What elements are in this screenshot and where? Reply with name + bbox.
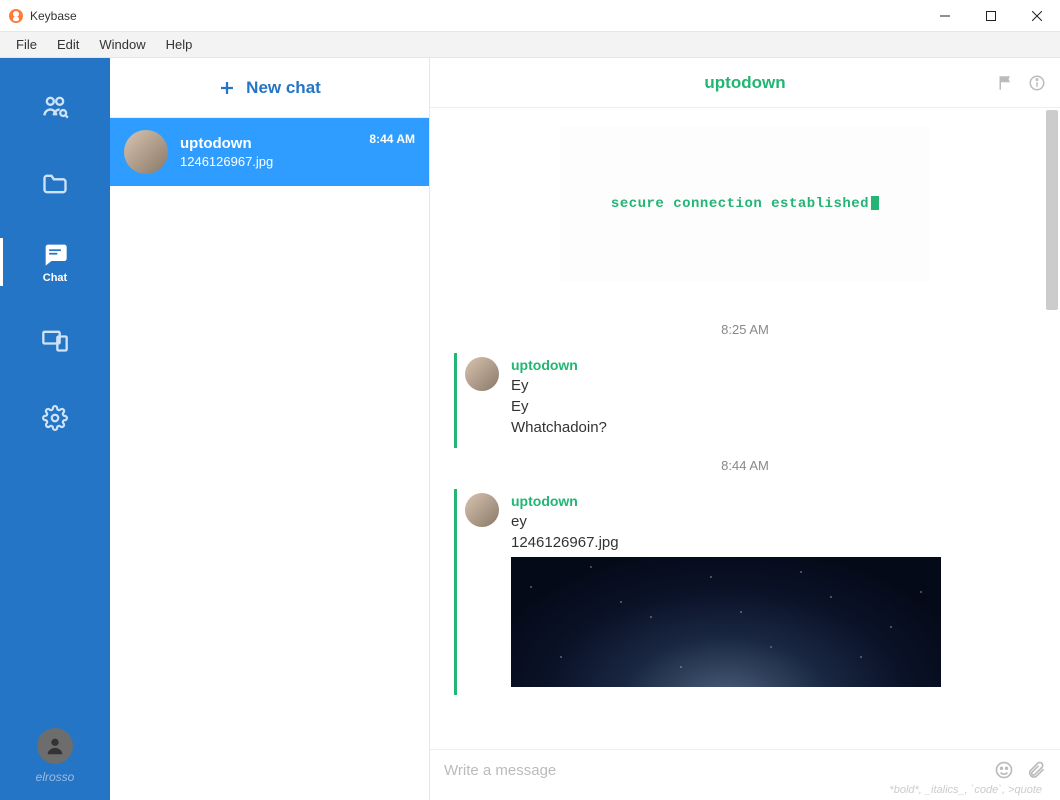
sidebar-rail: Chat elrosso: [0, 58, 110, 800]
secure-text: secure connection established: [611, 196, 869, 212]
message-line: Ey: [511, 377, 1036, 394]
menu-help[interactable]: Help: [156, 34, 203, 55]
emoji-icon[interactable]: [994, 760, 1014, 780]
conversation-preview: 1246126967.jpg: [180, 154, 357, 169]
chat-body[interactable]: secure connection established 8:25 AM up…: [430, 108, 1060, 749]
conversation-text: uptodown 1246126967.jpg: [180, 135, 357, 169]
conversation-item[interactable]: uptodown 1246126967.jpg 8:44 AM: [110, 118, 429, 186]
user-avatar-icon: [37, 728, 73, 764]
conversation-time: 8:44 AM: [369, 132, 415, 146]
conversation-name: uptodown: [180, 135, 357, 152]
minimize-button[interactable]: [922, 0, 968, 32]
message-group: uptodown ey 1246126967.jpg: [454, 489, 1036, 695]
titlebar: Keybase: [0, 0, 1060, 32]
message-input[interactable]: [444, 762, 982, 779]
close-button[interactable]: [1014, 0, 1060, 32]
message-image-attachment[interactable]: [511, 557, 941, 687]
window-title: Keybase: [30, 9, 77, 23]
scrollbar[interactable]: [1046, 110, 1058, 720]
menubar: File Edit Window Help: [0, 32, 1060, 58]
plus-icon: [218, 79, 236, 97]
app-icon: [8, 8, 24, 24]
rail-folder[interactable]: [31, 160, 79, 208]
message-line: Ey: [511, 398, 1036, 415]
new-chat-label: New chat: [246, 78, 321, 98]
flag-icon[interactable]: [998, 74, 1016, 92]
timestamp-divider: 8:44 AM: [454, 458, 1036, 473]
scrollbar-thumb[interactable]: [1046, 110, 1058, 310]
attach-icon[interactable]: [1026, 760, 1046, 780]
rail-devices[interactable]: [31, 316, 79, 364]
window-controls: [922, 0, 1060, 32]
menu-file[interactable]: File: [6, 34, 47, 55]
conversation-list: New chat uptodown 1246126967.jpg 8:44 AM: [110, 58, 430, 800]
chat-title: uptodown: [704, 73, 785, 93]
main: Chat elrosso New chat: [0, 58, 1060, 800]
new-chat-button[interactable]: New chat: [110, 58, 429, 118]
message-group: uptodown Ey Ey Whatchadoin?: [454, 353, 1036, 448]
rail-username: elrosso: [36, 770, 75, 784]
message-line: Whatchadoin?: [511, 419, 1036, 436]
chat-header: uptodown: [430, 58, 1060, 108]
composer-hint: *bold*, _italics_, `code`, >quote: [444, 784, 1046, 796]
secure-banner: secure connection established: [560, 126, 930, 282]
menu-window[interactable]: Window: [89, 34, 155, 55]
rail-user[interactable]: elrosso: [36, 728, 75, 784]
rail-settings[interactable]: [31, 394, 79, 442]
timestamp-divider: 8:25 AM: [454, 322, 1036, 337]
composer: *bold*, _italics_, `code`, >quote: [430, 749, 1060, 800]
message-avatar[interactable]: [465, 357, 499, 391]
conversation-avatar: [124, 130, 168, 174]
rail-people[interactable]: [31, 82, 79, 130]
info-icon[interactable]: [1028, 74, 1046, 92]
message-author[interactable]: uptodown: [511, 493, 1036, 509]
message-avatar[interactable]: [465, 493, 499, 527]
menu-edit[interactable]: Edit: [47, 34, 89, 55]
maximize-button[interactable]: [968, 0, 1014, 32]
message-author[interactable]: uptodown: [511, 357, 1036, 373]
chat-pane: uptodown secure connection established 8…: [430, 58, 1060, 800]
message-line: 1246126967.jpg: [511, 534, 1036, 551]
cursor-icon: [871, 196, 879, 210]
rail-chat[interactable]: Chat: [31, 238, 79, 286]
rail-chat-label: Chat: [43, 272, 67, 284]
message-line: ey: [511, 513, 1036, 530]
